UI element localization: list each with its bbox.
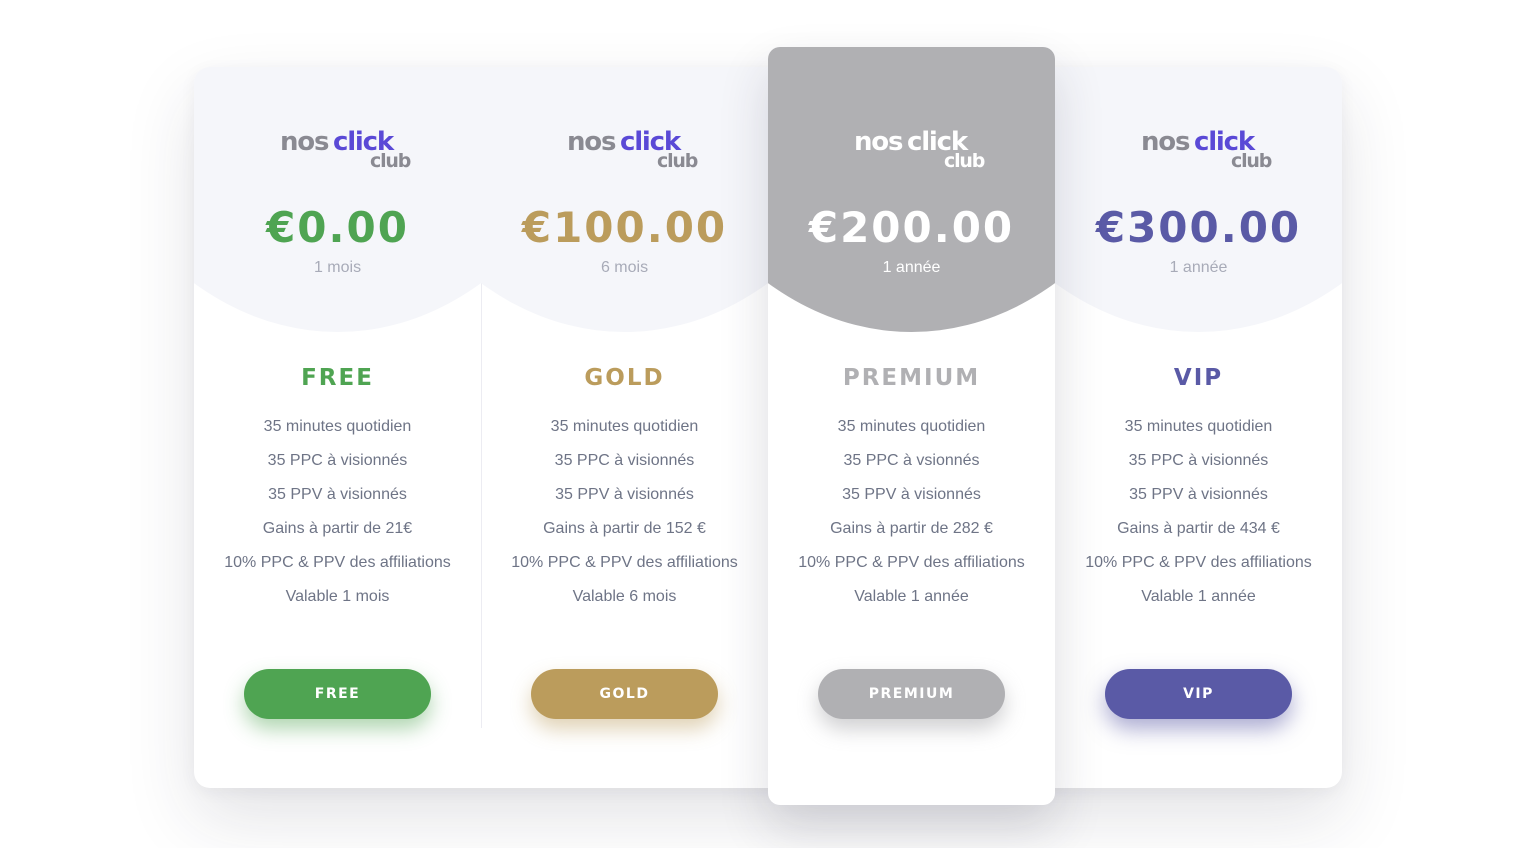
feature-item: Gains à partir de 434 € bbox=[1117, 520, 1280, 537]
plan-name: FREE bbox=[301, 365, 374, 391]
feature-item: 35 PPV à visionnés bbox=[1129, 486, 1268, 503]
select-vip-button[interactable]: VIP bbox=[1105, 669, 1292, 719]
feature-item: Gains à partir de 282 € bbox=[830, 520, 993, 537]
feature-item: Valable 1 mois bbox=[285, 588, 390, 605]
plan-header-background bbox=[481, 67, 768, 332]
feature-item: 35 minutes quotidien bbox=[550, 418, 699, 435]
plan-name: GOLD bbox=[584, 365, 665, 391]
plan-header-background bbox=[194, 67, 481, 332]
feature-item: 35 PPC à visionnés bbox=[267, 452, 408, 469]
feature-item: 35 PPC à visionnés bbox=[1128, 452, 1269, 469]
plan-features: 35 minutes quotidien 35 PPC à visionnés … bbox=[481, 416, 768, 620]
feature-item: Valable 6 mois bbox=[572, 588, 677, 605]
plan-period: 1 mois bbox=[313, 259, 362, 276]
plan-period: 1 année bbox=[1169, 259, 1228, 276]
feature-item: 35 PPV à visionnés bbox=[268, 486, 407, 503]
plan-period: 6 mois bbox=[600, 259, 649, 276]
plan-period: 1 année bbox=[882, 259, 941, 276]
plan-name: VIP bbox=[1173, 365, 1224, 391]
feature-item: 35 minutes quotidien bbox=[1124, 418, 1273, 435]
feature-item: Gains à partir de 152 € bbox=[543, 520, 706, 537]
plan-card-vip: nos click club €300.00 1 année VIP 35 minu… bbox=[1055, 67, 1342, 788]
nosclick-club-logo: nos click club bbox=[1141, 127, 1272, 172]
feature-item: 10% PPC & PPV des affiliations bbox=[511, 554, 738, 571]
feature-item: Valable 1 année bbox=[1141, 588, 1256, 605]
plan-features: 35 minutes quotidien 35 PPC à vsionnés 3… bbox=[768, 416, 1055, 620]
plan-name: PREMIUM bbox=[842, 365, 981, 391]
plan-features: 35 minutes quotidien 35 PPC à visionnés … bbox=[194, 416, 481, 620]
plan-price: €300.00 bbox=[1095, 203, 1302, 252]
feature-item: 10% PPC & PPV des affiliations bbox=[798, 554, 1025, 571]
plan-card-free: nos click club €0.00 1 mois FREE 35 minute… bbox=[194, 67, 481, 788]
select-free-button[interactable]: FREE bbox=[244, 669, 431, 719]
nosclick-club-logo: nos click club bbox=[854, 127, 985, 172]
select-gold-button[interactable]: GOLD bbox=[531, 669, 718, 719]
nosclick-club-logo: nos click club bbox=[567, 127, 698, 172]
feature-item: 35 PPC à vsionnés bbox=[843, 452, 980, 469]
plan-card-gold: nos click club €100.00 6 mois GOLD 35 minu… bbox=[481, 67, 768, 788]
feature-item: 35 minutes quotidien bbox=[263, 418, 412, 435]
plan-features: 35 minutes quotidien 35 PPC à visionnés … bbox=[1055, 416, 1342, 620]
feature-item: 10% PPC & PPV des affiliations bbox=[224, 554, 451, 571]
select-premium-button[interactable]: PREMIUM bbox=[818, 669, 1005, 719]
plan-price: €100.00 bbox=[521, 203, 728, 252]
feature-item: 35 PPV à visionnés bbox=[555, 486, 694, 503]
plan-price: €200.00 bbox=[808, 203, 1015, 252]
feature-item: Valable 1 année bbox=[854, 588, 969, 605]
nosclick-club-logo: nos click club bbox=[280, 127, 411, 172]
plan-price: €0.00 bbox=[266, 203, 409, 252]
feature-item: 10% PPC & PPV des affiliations bbox=[1085, 554, 1312, 571]
plan-header-background bbox=[768, 47, 1055, 332]
feature-item: Gains à partir de 21€ bbox=[262, 520, 413, 537]
feature-item: 35 PPV à visionnés bbox=[842, 486, 981, 503]
plan-card-premium: nos click club €200.00 1 année PREMIUM 35 … bbox=[768, 47, 1055, 805]
feature-item: 35 minutes quotidien bbox=[837, 418, 986, 435]
feature-item: 35 PPC à visionnés bbox=[554, 452, 695, 469]
plan-header-background bbox=[1055, 67, 1342, 332]
